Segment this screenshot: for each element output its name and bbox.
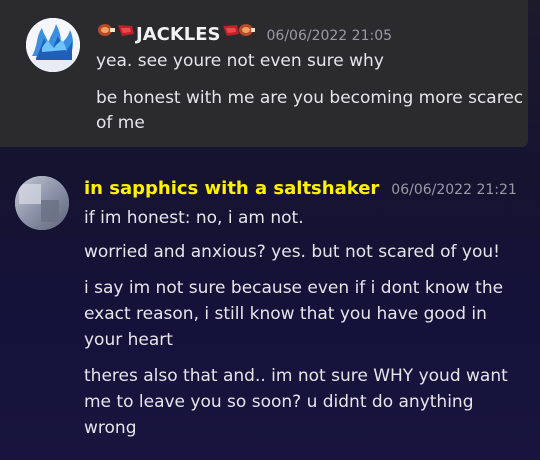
- message-text: i say im not sure because even if i dont…: [84, 278, 504, 298]
- username[interactable]: JACKLES: [136, 24, 221, 45]
- meat-icon: [96, 20, 136, 43]
- message-text: wrong: [84, 418, 137, 438]
- timestamp: 06/06/2022 21:05: [266, 28, 393, 44]
- meat-icon: [221, 20, 255, 43]
- message-text: your heart: [84, 330, 173, 350]
- timestamp: 06/06/2022 21:21: [391, 182, 517, 198]
- message-header-1: JACKLES 06/06/2022 21:05: [96, 20, 392, 45]
- avatar[interactable]: [26, 18, 80, 72]
- message-header-2: in sapphics with a saltshaker 06/06/2022…: [84, 178, 517, 199]
- message-text: if im honest: no, i am not.: [84, 208, 304, 228]
- message-text: worried and anxious? yes. but not scared…: [84, 242, 500, 262]
- blue-flames-avatar-icon: [26, 18, 80, 72]
- blurred-gray-avatar-icon: [15, 176, 69, 230]
- message-text: theres also that and.. im not sure WHY y…: [84, 366, 508, 386]
- message-text: of me: [96, 113, 145, 133]
- avatar[interactable]: [15, 176, 69, 230]
- message-text: yea. see youre not even sure why: [96, 51, 384, 71]
- message-text: exact reason, i still know that you have…: [84, 304, 487, 324]
- message-text: me to leave you so soon? u didnt do anyt…: [84, 392, 474, 412]
- message-text: be honest with me are you becoming more …: [96, 88, 524, 108]
- username[interactable]: in sapphics with a saltshaker: [84, 178, 379, 199]
